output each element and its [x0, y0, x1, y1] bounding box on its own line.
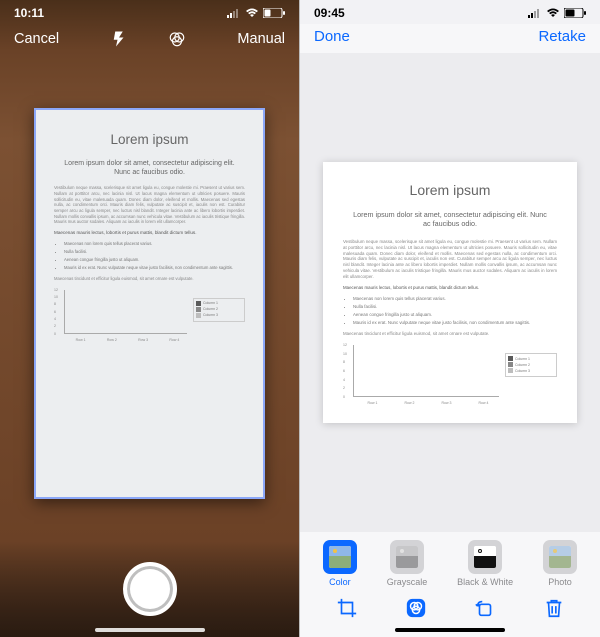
edit-viewport: Lorem ipsum Lorem ipsum dolor sit amet, … — [300, 53, 600, 532]
status-right — [528, 8, 586, 18]
doc-paragraph-lead: Maecenas mauris lectus, lobortis et puru… — [343, 285, 557, 291]
camera-top-bar: Cancel Manual — [0, 24, 299, 58]
filter-label: Color — [329, 577, 351, 587]
doc-bullet: Aenean congue fringilla justo ut aliquam… — [353, 312, 557, 317]
doc-subtitle: Lorem ipsum dolor sit amet, consectetur … — [353, 210, 547, 229]
doc-chart: 121086420Row 1Row 2Row 3Row 4Column 1Col… — [343, 345, 557, 409]
doc-bullets: Maecenas non lorem quis tellus placerat … — [54, 241, 245, 270]
doc-bullet: Mauris id ex erat. Nunc vulputate neque … — [353, 320, 557, 325]
status-bar: 10:11 — [0, 0, 299, 24]
doc-bullet: Maecenas non lorem quis tellus placerat … — [64, 241, 245, 246]
home-indicator[interactable] — [395, 628, 505, 632]
phone-edit-scan: 09:45 Done Retake Lorem ipsum Lorem ipsu… — [300, 0, 600, 637]
done-button[interactable]: Done — [314, 28, 350, 45]
crop-icon[interactable] — [336, 597, 358, 619]
battery-icon — [263, 8, 285, 18]
document-in-camera: Lorem ipsum Lorem ipsum dolor sit amet, … — [34, 108, 265, 499]
status-right — [227, 8, 285, 18]
edit-top-bar: Done Retake — [300, 24, 600, 53]
manual-button[interactable]: Manual — [237, 31, 285, 47]
doc-paragraph: Maecenas tincidunt et efficitur ligula e… — [343, 331, 557, 337]
filter-color[interactable]: Color — [323, 540, 357, 587]
scanned-page: Lorem ipsum Lorem ipsum dolor sit amet, … — [323, 162, 577, 423]
filter-bw[interactable]: Black & White — [457, 540, 513, 587]
filter-photo[interactable]: Photo — [543, 540, 577, 587]
phone-camera-scan: 10:11 Cancel Manual Lorem ipsum Lorem ip… — [0, 0, 300, 637]
camera-viewport: 10:11 Cancel Manual Lorem ipsum Lorem ip… — [0, 0, 299, 637]
doc-paragraph: Maecenas tincidunt et efficitur ligula e… — [54, 276, 245, 282]
filter-grayscale[interactable]: Grayscale — [387, 540, 428, 587]
filter-active-icon[interactable] — [405, 597, 427, 619]
flash-icon[interactable] — [110, 30, 128, 48]
cancel-button[interactable]: Cancel — [14, 31, 59, 47]
filter-label: Grayscale — [387, 577, 428, 587]
doc-bullet: Aenean congue fringilla justo ut aliquam… — [64, 257, 245, 262]
doc-bullet: Nulla facilisi. — [353, 304, 557, 309]
filter-bar: Color Grayscale Black & White Photo — [300, 532, 600, 591]
filter-label: Black & White — [457, 577, 513, 587]
doc-bullet: Nulla facilisi. — [64, 249, 245, 254]
doc-paragraph-lead: Maecenas mauris lectus, lobortis et puru… — [54, 230, 245, 236]
retake-button[interactable]: Retake — [538, 28, 586, 45]
filter-label: Photo — [548, 577, 572, 587]
doc-subtitle: Lorem ipsum dolor sit amet, consectetur … — [64, 159, 235, 177]
doc-title: Lorem ipsum — [343, 182, 557, 198]
status-time: 09:45 — [314, 6, 345, 20]
doc-bullets: Maecenas non lorem quis tellus placerat … — [343, 296, 557, 325]
trash-icon[interactable] — [543, 597, 565, 619]
doc-paragraph: Vestibulum neque massa, scelerisque sit … — [343, 239, 557, 281]
doc-bullet: Mauris id ex erat. Nunc vulputate neque … — [64, 265, 245, 270]
filter-circles-icon[interactable] — [168, 30, 186, 48]
status-bar: 09:45 — [300, 0, 600, 24]
status-time: 10:11 — [14, 6, 44, 20]
shutter-area — [0, 541, 299, 637]
wifi-icon — [245, 8, 259, 18]
battery-icon — [564, 8, 586, 18]
doc-bullet: Maecenas non lorem quis tellus placerat … — [353, 296, 557, 301]
rotate-icon[interactable] — [474, 597, 496, 619]
signal-icon — [227, 8, 241, 18]
doc-chart: 121086420Row 1Row 2Row 3Row 4Column 1Col… — [54, 290, 245, 346]
home-indicator[interactable] — [95, 628, 205, 632]
shutter-button[interactable] — [123, 562, 177, 616]
signal-icon — [528, 8, 542, 18]
doc-title: Lorem ipsum — [54, 132, 245, 147]
doc-paragraph: Vestibulum neque massa, scelerisque sit … — [54, 185, 245, 225]
wifi-icon — [546, 8, 560, 18]
